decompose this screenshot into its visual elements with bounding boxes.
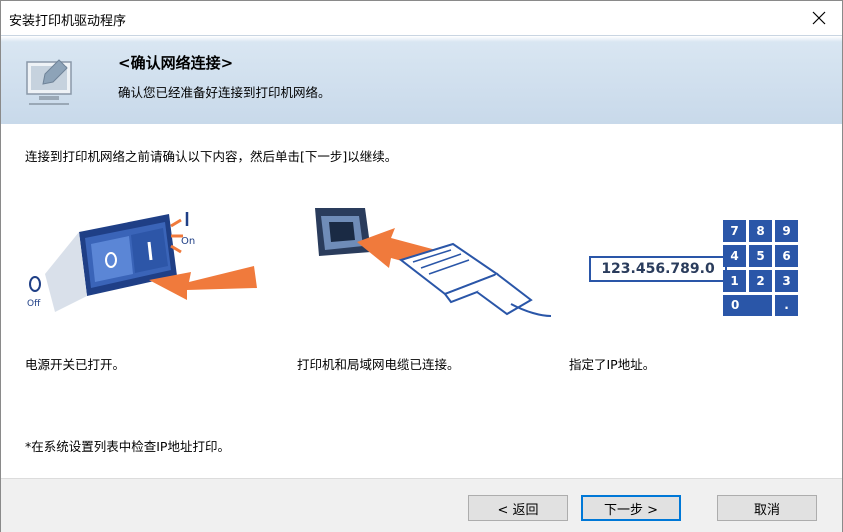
caption-ip-address: 指定了IP地址。 [569,357,656,372]
footnote-text: *在系统设置列表中检查IP地址打印。 [25,439,230,454]
cancel-button[interactable]: 取消 [717,495,817,521]
header-subtitle: 确认您已经准备好连接到打印机网络。 [118,85,331,100]
ethernet-cable-icon [398,242,551,317]
numeric-keypad: 7 8 9 4 5 6 1 2 3 0 . [723,220,801,316]
instruction-text: 连接到打印机网络之前请确认以下内容，然后单击[下一步]以继续。 [25,149,398,164]
keypad-key: 7 [723,220,746,242]
switch-off-label: Off [27,299,41,309]
header-title: <确认网络连接> [118,54,234,72]
keypad-key: 3 [775,270,798,292]
keypad-key: 8 [749,220,772,242]
wizard-header: <确认网络连接> 确认您已经准备好连接到打印机网络。 [1,35,842,125]
keypad-key: 5 [749,245,772,267]
close-icon [812,11,826,25]
keypad-key: 6 [775,245,798,267]
off-indicator-icon: Off [27,276,41,309]
installer-window: 安装打印机驱动程序 <确认网络连接> 确认您已经准备好连接到打印机网络。 连接到… [0,0,843,532]
keypad-key: 0 [723,295,772,316]
title-bar: 安装打印机驱动程序 [1,1,842,35]
keypad-key: 9 [775,220,798,242]
power-switch-illustration: On Off [27,212,257,312]
keypad-key: 4 [723,245,746,267]
ip-address-illustration: 123.456.789.0 7 8 9 4 5 6 1 2 3 0 . [589,220,801,316]
lan-cable-illustration [315,208,551,317]
power-switch-icon [45,214,177,312]
keypad-key: . [775,295,798,316]
caption-lan-cable: 打印机和局域网电缆已连接。 [297,357,460,372]
caption-power-switch: 电源开关已打开。 [25,357,126,372]
wizard-content: 连接到打印机网络之前请确认以下内容，然后单击[下一步]以继续。 On Off 1… [1,124,842,478]
ip-address-value: 123.456.789.0 [601,261,715,277]
ip-address-box: 123.456.789.0 [589,256,727,282]
back-button[interactable]: < 返回 [468,495,568,521]
monitor-network-icon [26,59,72,105]
switch-on-label: On [181,236,195,247]
wizard-footer: < 返回 下一步 > 取消 [1,478,842,532]
keypad-key: 2 [749,270,772,292]
keypad-key: 1 [723,270,746,292]
close-button[interactable] [796,1,842,35]
on-indicator-icon: On [170,212,195,254]
ethernet-port-icon [315,208,371,256]
window-title: 安装打印机驱动程序 [9,14,127,29]
next-button[interactable]: 下一步 > [581,495,681,521]
